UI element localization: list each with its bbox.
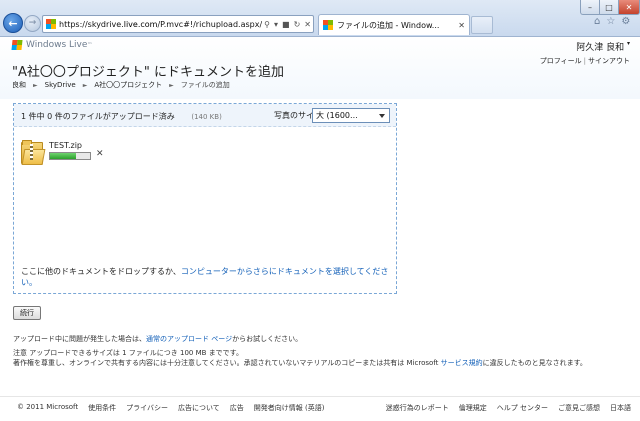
upload-drop-zone[interactable]: 1 件中 0 件のファイルがアップロード済み (140 KB) 写真のサイズ: … (13, 103, 397, 294)
dropdown-icon[interactable]: ▾ (272, 20, 280, 29)
note-problem: アップロード中に問題が発生した場合は、通常のアップロード ページからお試しくださ… (13, 335, 303, 343)
footer-link-feedback[interactable]: ご意見ご感想 (558, 403, 600, 413)
breadcrumb-arrow-icon: ► (33, 81, 38, 89)
stop-icon[interactable]: ✕ (302, 20, 313, 29)
forward-arrow-icon[interactable]: → (24, 15, 41, 32)
window-minimize-button[interactable]: – (580, 0, 600, 15)
footer-link-code-of-conduct[interactable]: 倫理規定 (459, 403, 487, 413)
lock-icon[interactable]: ■ (280, 20, 292, 29)
copyright: © 2011 Microsoft (17, 403, 79, 411)
breadcrumb-arrow-icon: ► (82, 81, 88, 89)
url-text: https://skydrive.live.com/P.mvc#!/richup… (59, 19, 263, 29)
note-size-limit: 注意 アップロードできるサイズは 1 ファイルにつき 100 MB までです。 (13, 349, 243, 357)
profile-link[interactable]: プロフィール (540, 57, 582, 65)
note-copyright: 著作権を尊重し、オンラインで共有する内容には十分注意してください。承認されていな… (13, 359, 587, 367)
breadcrumb-arrow-icon: ► (169, 81, 174, 89)
upload-status: 1 件中 0 件のファイルがアップロード済み (140 KB) (21, 111, 222, 122)
footer-link-help-center[interactable]: ヘルプ センター (497, 403, 548, 413)
upload-status-bar: 1 件中 0 件のファイルがアップロード済み (140 KB) 写真のサイズ: … (14, 104, 396, 127)
signout-link[interactable]: サインアウト (588, 57, 630, 65)
file-item: TEST.zip ✕ (21, 140, 111, 170)
upload-status-text: 1 件中 0 件のファイルがアップロード済み (21, 112, 175, 121)
refresh-icon[interactable]: ↻ (292, 20, 303, 29)
footer-link-terms[interactable]: 使用条件 (88, 403, 116, 413)
chevron-down-icon (379, 113, 385, 118)
footer-link-advertise[interactable]: 広告 (230, 403, 244, 413)
footer-link-about-ads[interactable]: 広告について (178, 403, 220, 413)
terms-of-service-link[interactable]: サービス規約 (441, 359, 483, 367)
windows-live-logo[interactable]: Windows Live ™ (11, 40, 92, 50)
breadcrumb-item-current: ファイルの追加 (180, 81, 230, 89)
windows-live-favicon-icon (46, 19, 56, 29)
breadcrumb-item-skydrive[interactable]: SkyDrive (45, 81, 76, 89)
drop-text: ここに他のドキュメントをドロップするか、 (21, 267, 181, 276)
back-arrow-icon[interactable]: ← (3, 13, 23, 33)
window-maximize-button[interactable]: □ (599, 0, 619, 15)
tab-title: ファイルの追加 - Window... (337, 20, 440, 30)
browser-chrome: ← → https://skydrive.live.com/P.mvc#!/ri… (0, 0, 640, 37)
new-tab-button[interactable] (471, 16, 493, 34)
footer-link-developers[interactable]: 開発者向け情報 (英語) (254, 403, 325, 413)
address-bar[interactable]: https://skydrive.live.com/P.mvc#!/richup… (42, 15, 314, 33)
brand-name: Windows Live (26, 40, 88, 50)
page-footer: © 2011 Microsoft 使用条件 プライバシー 広告について 広告 開… (0, 396, 640, 421)
footer-right-links: 迷惑行為のレポート 倫理規定 ヘルプ センター ご意見ご感想 日本語 (376, 403, 631, 413)
user-links: プロフィール | サインアウト (539, 57, 630, 65)
browser-toolbar-icons: ⌂ ☆ ⚙ (594, 16, 630, 27)
footer-left-links: © 2011 Microsoft 使用条件 プライバシー 広告について 広告 開… (17, 403, 334, 413)
breadcrumb-item-folder[interactable]: A社〇〇プロジェクト (94, 80, 162, 90)
breadcrumb-item-user[interactable]: 良和 (12, 80, 26, 90)
upload-notes: アップロード中に問題が発生した場合は、通常のアップロード ページからお試しくださ… (13, 334, 587, 368)
drop-instructions: ここに他のドキュメントをドロップするか、コンピューターからさらにドキュメントを選… (21, 266, 391, 288)
tab-close-icon[interactable]: ✕ (454, 21, 469, 30)
breadcrumb: 良和 ► SkyDrive ► A社〇〇プロジェクト ► ファイルの追加 (12, 80, 230, 90)
windows-live-tab-favicon-icon (323, 20, 333, 30)
upload-total-size: (140 KB) (191, 113, 222, 121)
standard-upload-link[interactable]: 通常のアップロード ページ (146, 335, 232, 343)
star-icon[interactable]: ☆ (606, 16, 615, 27)
zip-folder-icon (21, 140, 46, 165)
user-name-menu[interactable]: 阿久津 良和 ▾ (576, 40, 630, 53)
page-title: "A社〇〇プロジェクト" にドキュメントを追加 (12, 65, 284, 80)
photo-size-value: 大 (1600... (316, 111, 358, 120)
caret-down-icon: ▾ (626, 40, 630, 47)
continue-button[interactable]: 続行 (13, 306, 41, 320)
footer-link-report-abuse[interactable]: 迷惑行為のレポート (386, 403, 449, 413)
search-icon[interactable]: ⚲ (262, 20, 272, 29)
photo-size-select[interactable]: 大 (1600... (312, 108, 390, 123)
footer-link-language[interactable]: 日本語 (610, 403, 631, 413)
home-icon[interactable]: ⌂ (594, 16, 600, 27)
upload-progress-fill (50, 153, 76, 159)
footer-link-privacy[interactable]: プライバシー (126, 403, 168, 413)
window-close-button[interactable]: ✕ (618, 0, 640, 15)
user-name: 阿久津 良和 (576, 43, 625, 53)
windows-flag-icon (11, 40, 23, 50)
file-name: TEST.zip (49, 141, 82, 150)
gear-icon[interactable]: ⚙ (621, 16, 630, 27)
browser-tab-active[interactable]: ファイルの追加 - Window... ✕ (318, 14, 470, 35)
upload-progress-bar (49, 152, 91, 160)
remove-file-icon[interactable]: ✕ (96, 149, 104, 159)
